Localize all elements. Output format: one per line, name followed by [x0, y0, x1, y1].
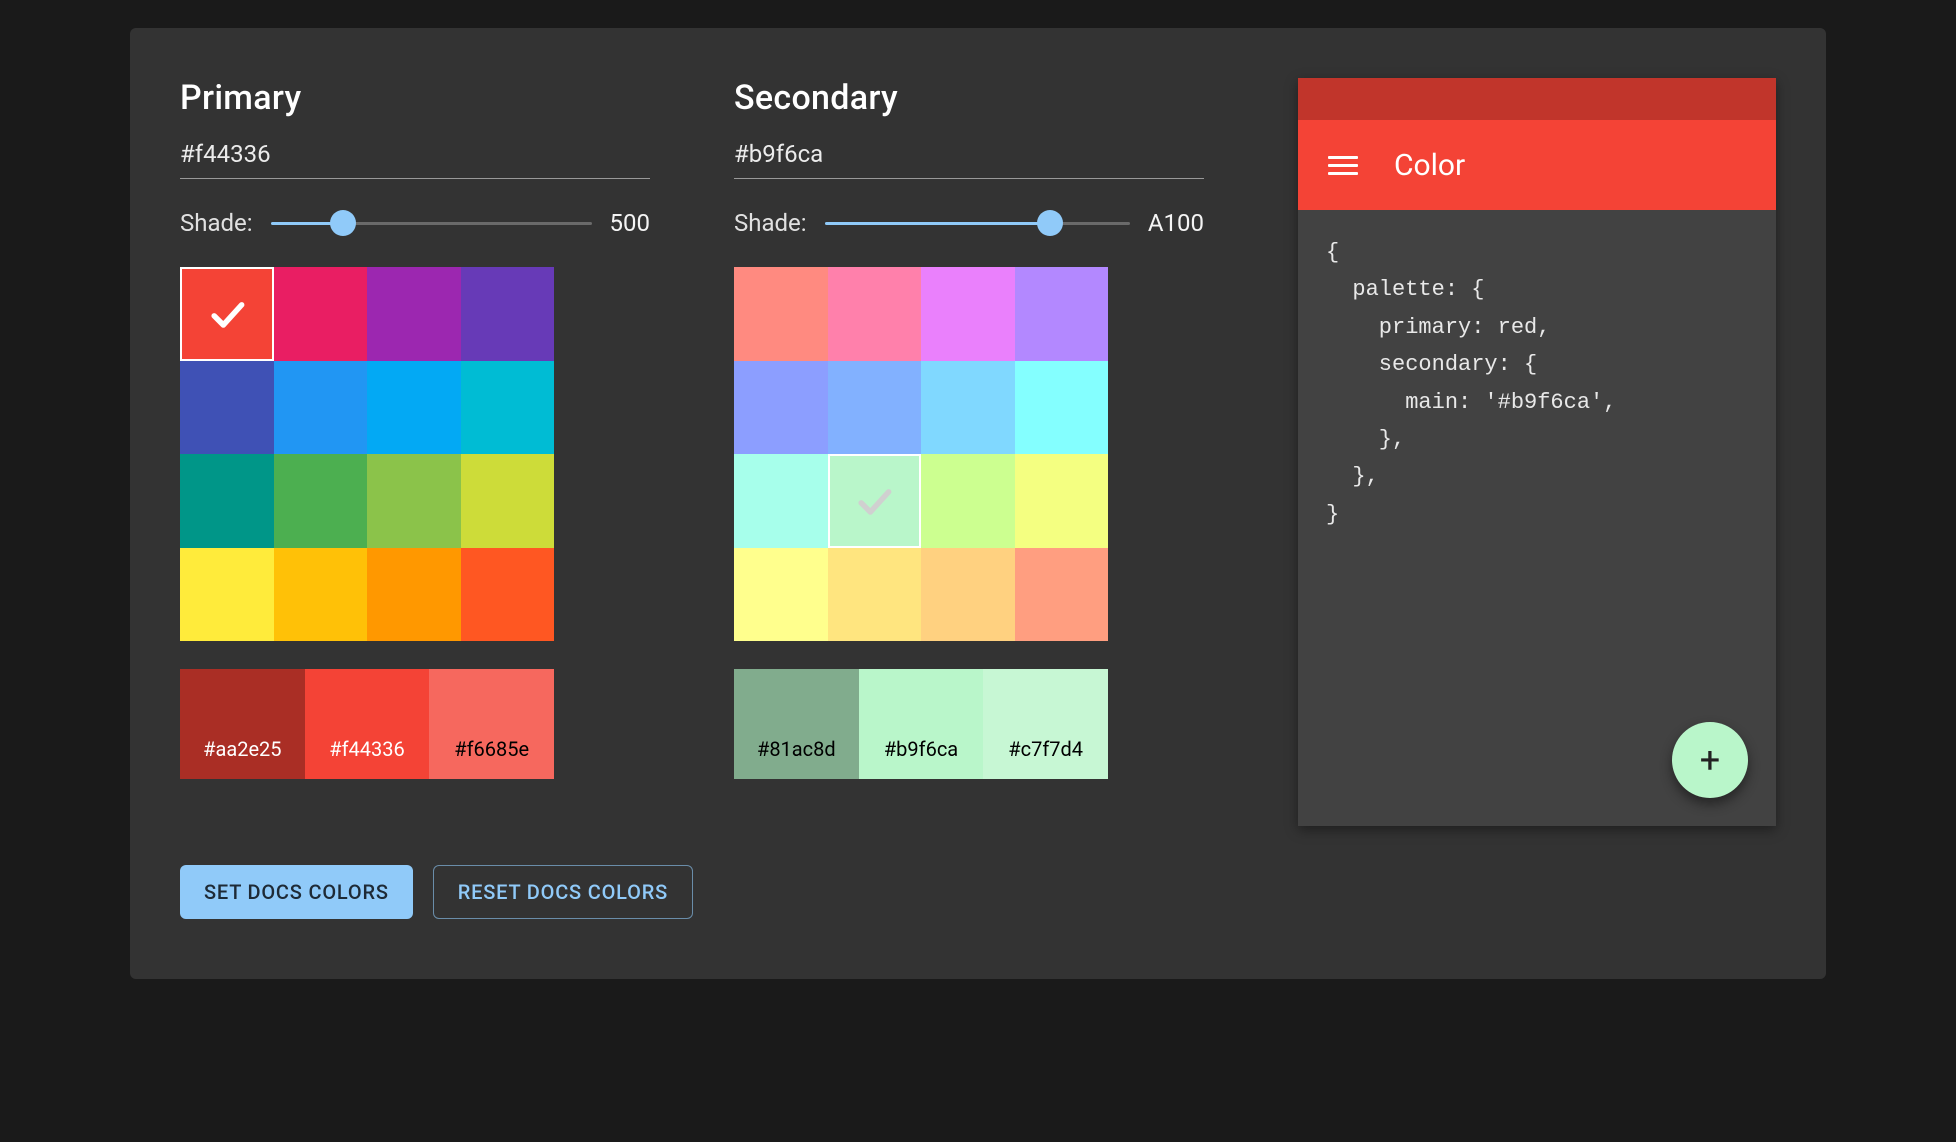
preview-status-bar [1298, 78, 1776, 120]
secondary-swatch[interactable] [921, 361, 1015, 455]
secondary-swatch[interactable] [734, 361, 828, 455]
color-tool-panel: Primary Shade: 500 #aa2e25#f44336#f6685e… [130, 28, 1826, 979]
primary-swatch[interactable] [367, 361, 461, 455]
secondary-shade-value: A100 [1148, 209, 1204, 237]
primary-swatch[interactable] [274, 267, 368, 361]
secondary-swatch[interactable] [1015, 454, 1109, 548]
set-docs-colors-button[interactable]: Set Docs Colors [180, 865, 413, 919]
secondary-swatch[interactable] [1015, 361, 1109, 455]
primary-column: Primary Shade: 500 #aa2e25#f44336#f6685e [180, 78, 650, 779]
preview-card: Color { palette: { primary: red, seconda… [1298, 78, 1776, 826]
reset-docs-colors-button[interactable]: Reset Docs Colors [433, 865, 693, 919]
secondary-swatch[interactable] [1015, 548, 1109, 642]
secondary-swatch[interactable] [734, 454, 828, 548]
secondary-swatch[interactable] [828, 548, 922, 642]
secondary-swatch[interactable] [828, 454, 922, 548]
secondary-swatch-grid [734, 267, 1108, 641]
primary-swatch[interactable] [367, 548, 461, 642]
secondary-swatch[interactable] [921, 548, 1015, 642]
primary-swatch[interactable] [461, 361, 555, 455]
secondary-hex-input[interactable] [734, 136, 1204, 179]
primary-shade-label: Shade: [180, 209, 253, 237]
primary-swatch[interactable] [274, 361, 368, 455]
primary-tint: #f6685e [429, 669, 554, 779]
primary-shade-row: Shade: 500 [180, 209, 650, 237]
preview-appbar: Color [1298, 120, 1776, 210]
secondary-swatch[interactable] [921, 454, 1015, 548]
primary-tint: #aa2e25 [180, 669, 305, 779]
primary-title: Primary [180, 78, 650, 118]
secondary-shade-label: Shade: [734, 209, 807, 237]
primary-swatch[interactable] [180, 454, 274, 548]
secondary-swatch[interactable] [921, 267, 1015, 361]
secondary-tint: #c7f7d4 [983, 669, 1108, 779]
plus-icon: + [1700, 739, 1720, 781]
primary-swatch[interactable] [180, 267, 274, 361]
primary-hex-input[interactable] [180, 136, 650, 179]
primary-swatch-grid [180, 267, 554, 641]
secondary-swatch[interactable] [734, 267, 828, 361]
secondary-swatch[interactable] [828, 267, 922, 361]
menu-icon[interactable] [1328, 156, 1358, 175]
secondary-shade-slider[interactable] [825, 222, 1130, 225]
pickers-area: Primary Shade: 500 #aa2e25#f44336#f6685e… [180, 78, 1204, 919]
secondary-swatch[interactable] [1015, 267, 1109, 361]
buttons-row: Set Docs Colors Reset Docs Colors [180, 865, 1204, 919]
secondary-column: Secondary Shade: A100 #81ac8d#b9f6ca#c7f… [734, 78, 1204, 779]
secondary-swatch[interactable] [828, 361, 922, 455]
primary-swatch[interactable] [274, 454, 368, 548]
secondary-shade-row: Shade: A100 [734, 209, 1204, 237]
primary-shade-slider[interactable] [271, 222, 592, 225]
primary-swatch[interactable] [461, 267, 555, 361]
primary-swatch[interactable] [367, 454, 461, 548]
primary-swatch[interactable] [461, 548, 555, 642]
secondary-tint: #b9f6ca [859, 669, 984, 779]
secondary-tints-row: #81ac8d#b9f6ca#c7f7d4 [734, 669, 1108, 779]
primary-swatch[interactable] [180, 548, 274, 642]
secondary-title: Secondary [734, 78, 1204, 118]
secondary-tint: #81ac8d [734, 669, 859, 779]
primary-tints-row: #aa2e25#f44336#f6685e [180, 669, 554, 779]
primary-swatch[interactable] [367, 267, 461, 361]
preview-appbar-title: Color [1394, 148, 1465, 183]
primary-shade-value: 500 [610, 209, 650, 237]
secondary-swatch[interactable] [734, 548, 828, 642]
primary-swatch[interactable] [274, 548, 368, 642]
check-icon [852, 479, 896, 523]
primary-swatch[interactable] [180, 361, 274, 455]
primary-swatch[interactable] [461, 454, 555, 548]
primary-tint: #f44336 [305, 669, 430, 779]
fab-add-button[interactable]: + [1672, 722, 1748, 798]
check-icon [205, 292, 249, 336]
